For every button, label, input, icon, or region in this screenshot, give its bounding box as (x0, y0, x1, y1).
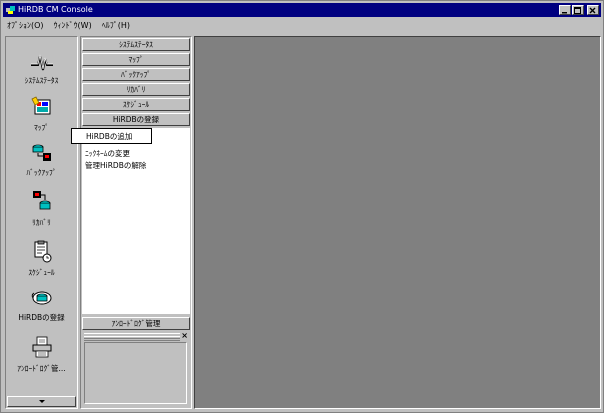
window-title: HiRDB CM Console (18, 5, 93, 14)
sub-pane: × (82, 331, 190, 407)
category-recovery[interactable]: ﾘｶﾊﾞﾘ (82, 83, 190, 96)
app-window: HiRDB CM Console ｵﾌﾟｼｮﾝ(O) ｳｨﾝﾄﾞｳ(W) ﾍﾙﾌ… (0, 0, 604, 413)
category-backup[interactable]: ﾊﾞｯｸｱｯﾌﾟ (82, 68, 190, 81)
iconbar-scroll-down-button[interactable] (7, 396, 76, 407)
close-icon (589, 7, 596, 14)
iconbar-schedule[interactable]: ｽｹｼﾞｭｰﾙ (6, 240, 77, 278)
maximize-button[interactable] (572, 5, 584, 15)
iconbar-backup[interactable]: ﾊﾞｯｸｱｯﾌﾟ (6, 142, 77, 178)
iconbar-label: ｽｹｼﾞｭｰﾙ (28, 268, 55, 277)
backup-icon (32, 144, 51, 161)
iconbar-label: ﾊﾞｯｸｱｯﾌﾟ (26, 168, 57, 177)
schedule-icon (34, 240, 51, 263)
maximize-icon (574, 7, 581, 14)
iconbar-hirdb-register[interactable]: HiRDBの登録 (6, 287, 77, 323)
mdi-workspace[interactable] (194, 36, 601, 409)
menu-help[interactable]: ﾍﾙﾌﾟ(H) (102, 20, 130, 31)
menu-window[interactable]: ｳｨﾝﾄﾞｳ(W) (54, 20, 92, 31)
task-add-hirdb[interactable]: HiRDBの追加 (71, 128, 152, 144)
hirdb-register-icon (31, 291, 51, 305)
minimize-icon (562, 12, 567, 14)
task-list: HiRDBの追加 ﾆｯｸﾈｰﾑの変更 管理HiRDBの解除 (71, 128, 190, 314)
task-panel: ｼｽﾃﾑｽﾃｰﾀｽ ﾏｯﾌﾟ ﾊﾞｯｸｱｯﾌﾟ ﾘｶﾊﾞﾘ ｽｹｼﾞｭｰﾙ Hi… (71, 36, 192, 409)
unload-log-icon (32, 336, 51, 358)
iconbar-system-status[interactable]: ｼｽﾃﾑｽﾃｰﾀｽ (6, 50, 77, 86)
iconbar-label: ﾘｶﾊﾞﾘ (32, 218, 51, 227)
pane-grip-lower (84, 336, 180, 341)
close-icon[interactable]: × (181, 331, 188, 341)
iconbar-label: ｼｽﾃﾑｽﾃｰﾀｽ (24, 76, 59, 85)
app-icon (6, 6, 15, 14)
iconbar-recovery[interactable]: ﾘｶﾊﾞﾘ (6, 190, 77, 228)
window-controls (559, 5, 599, 15)
category-system-status[interactable]: ｼｽﾃﾑｽﾃｰﾀｽ (82, 38, 190, 51)
menu-bar: ｵﾌﾟｼｮﾝ(O) ｳｨﾝﾄﾞｳ(W) ﾍﾙﾌﾟ(H) (3, 18, 601, 33)
category-unload-log-management[interactable]: ｱﾝﾛｰﾄﾞﾛｸﾞ管理 (82, 317, 190, 330)
map-icon (30, 96, 50, 115)
recovery-icon (32, 191, 50, 210)
task-change-nickname[interactable]: ﾆｯｸﾈｰﾑの変更 (85, 148, 130, 159)
iconbar-map[interactable]: ﾏｯﾌﾟ (6, 95, 77, 133)
sub-pane-content (84, 342, 187, 404)
iconbar-label: ｱﾝﾛｰﾄﾞﾛｸﾞ管... (17, 364, 66, 373)
system-status-icon (30, 54, 53, 71)
iconbar-label: HiRDBの登録 (18, 313, 65, 322)
icon-bar: ｼｽﾃﾑｽﾃｰﾀｽ ﾏｯﾌﾟ ﾊﾞｯｸｱｯﾌﾟ ﾘｶﾊﾞﾘ ｽｹｼﾞｭｰﾙ Hi… (5, 36, 78, 409)
iconbar-label: ﾏｯﾌﾟ (34, 123, 49, 132)
category-hirdb-register[interactable]: HiRDBの登録 (82, 113, 190, 126)
menu-options[interactable]: ｵﾌﾟｼｮﾝ(O) (7, 20, 44, 31)
minimize-button[interactable] (559, 5, 571, 15)
title-bar[interactable]: HiRDB CM Console (3, 3, 601, 17)
close-button[interactable] (587, 5, 599, 15)
category-schedule[interactable]: ｽｹｼﾞｭｰﾙ (82, 98, 190, 111)
iconbar-unload-log[interactable]: ｱﾝﾛｰﾄﾞﾛｸﾞ管... (6, 336, 77, 374)
category-map[interactable]: ﾏｯﾌﾟ (82, 53, 190, 66)
task-remove-managed-hirdb[interactable]: 管理HiRDBの解除 (85, 160, 146, 171)
